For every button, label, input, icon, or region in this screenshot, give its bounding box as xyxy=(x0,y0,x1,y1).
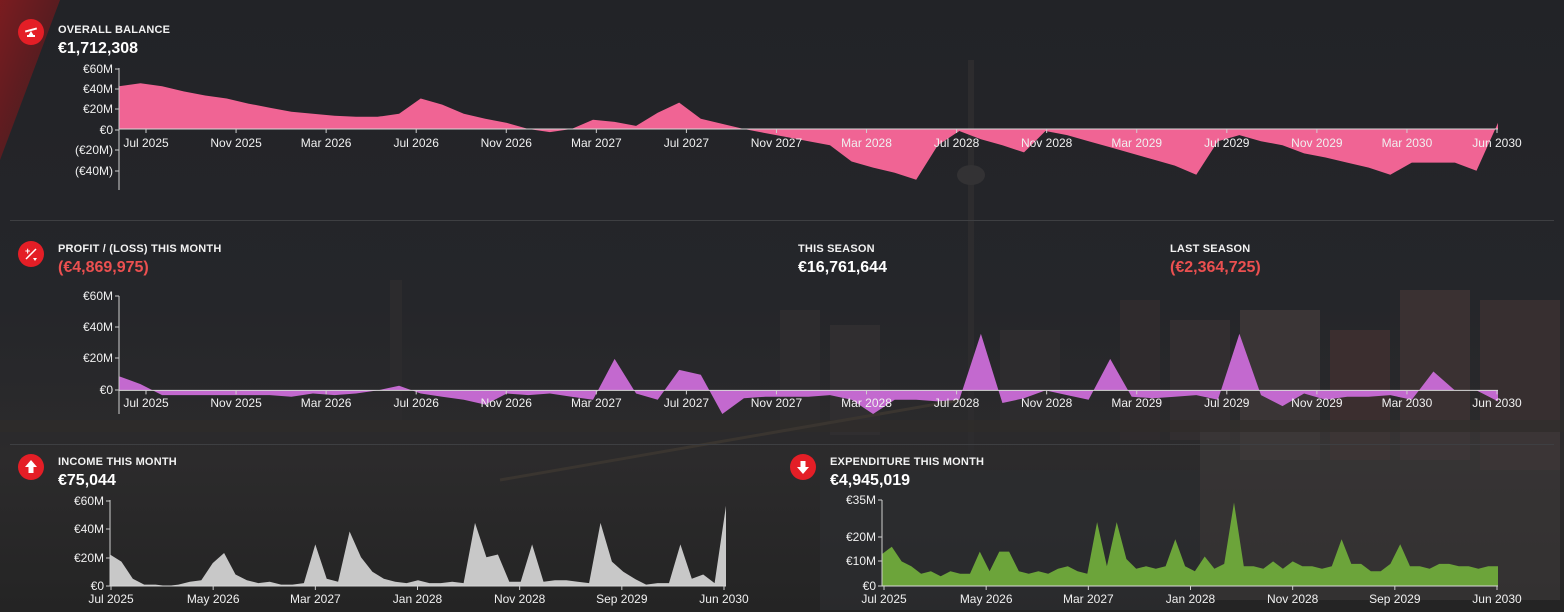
expenditure-y-tick-label: €10M xyxy=(846,554,876,568)
expenditure-x-tick-label: Jul 2025 xyxy=(861,592,907,606)
expenditure-x-tick-label: Mar 2027 xyxy=(1063,592,1114,606)
expenditure-y-tick-label: €0 xyxy=(863,579,877,593)
expenditure-y-tick-label: €20M xyxy=(846,530,876,544)
finances-dashboard: OVERALL BALANCE €1,712,308 €60M €40M €20M €… xyxy=(0,0,1564,612)
expenditure-x-tick-label: Jan 2028 xyxy=(1166,592,1216,606)
expenditure-x-tick-label: Jun 2030 xyxy=(1472,592,1522,606)
expenditure-chart: €35M €20M €10M €0Jul 2025 May 2026 Mar 2027 Ja… xyxy=(846,493,1522,606)
expenditure-area-series xyxy=(882,502,1498,586)
expenditure-x-tick-label: Sep 2029 xyxy=(1369,592,1421,606)
expenditure-x-tick-label: Nov 2028 xyxy=(1267,592,1319,606)
expenditure-x-tick-label: May 2026 xyxy=(960,592,1013,606)
expenditure-y-tick-label: €35M xyxy=(846,493,876,507)
